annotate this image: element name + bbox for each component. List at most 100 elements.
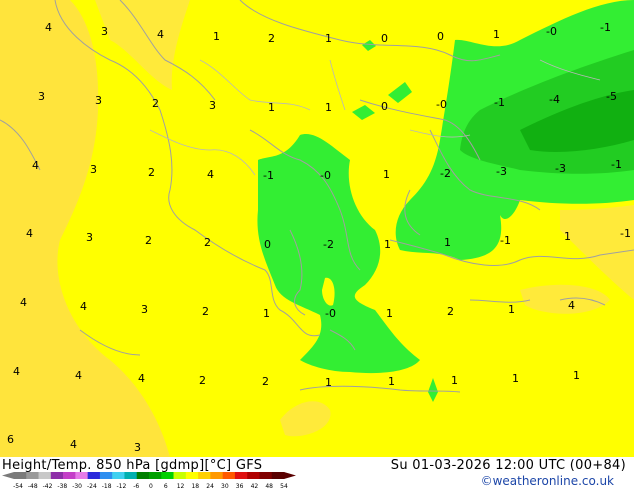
legend-swatch <box>234 472 248 479</box>
legend-tick-label: 12 <box>177 483 185 490</box>
temperature-label: 1 <box>444 236 451 249</box>
legend-swatch <box>124 472 138 479</box>
temperature-label: 2 <box>262 375 269 388</box>
legend-tick-label: 30 <box>221 483 229 490</box>
legend-swatch <box>271 472 285 479</box>
legend-swatch <box>112 472 125 479</box>
temperature-label: 4 <box>568 299 575 312</box>
temperature-label: -1 <box>611 158 622 171</box>
temperature-label: 1 <box>325 32 332 45</box>
temperature-label: 2 <box>204 236 211 249</box>
temperature-label: 3 <box>101 25 108 38</box>
legend-swatch <box>99 472 113 479</box>
legend-swatch <box>259 472 273 479</box>
temperature-label: -0 <box>436 98 447 111</box>
legend-tick-label: -6 <box>133 483 139 490</box>
legend-swatch <box>50 472 64 479</box>
temperature-label: 1 <box>263 307 270 320</box>
temperature-label: -1 <box>500 234 511 247</box>
legend-swatch <box>173 472 187 479</box>
temperature-label: 0 <box>381 32 388 45</box>
legend-tick-label: 0 <box>149 483 153 490</box>
temperature-label: 4 <box>13 365 20 378</box>
temperature-map: 4 3 4 1 2 1 0 0 1 -0 -1 3 3 2 3 1 1 0 -0 -1 -4 -5 4 3 2 4 -1 -0 1 -2 -… <box>0 0 634 457</box>
temperature-label: 1 <box>325 101 332 114</box>
temperature-label: 3 <box>86 231 93 244</box>
temperature-label: 4 <box>75 369 82 382</box>
temperature-label: 1 <box>451 374 458 387</box>
legend-tick-label: 54 <box>280 483 288 490</box>
temperature-label: 4 <box>157 28 164 41</box>
legend-swatch <box>136 472 150 479</box>
temperature-label: 1 <box>325 376 332 389</box>
temperature-label: -0 <box>325 307 336 320</box>
credit-link[interactable]: ©weatheronline.co.uk <box>481 474 614 488</box>
legend-swatch <box>161 472 174 479</box>
temperature-label: 4 <box>80 300 87 313</box>
temperature-label: 1 <box>493 28 500 41</box>
legend-tick-label: 36 <box>236 483 244 490</box>
temperature-label: 2 <box>268 32 275 45</box>
legend-swatch <box>149 472 162 479</box>
map-datetime: Su 01-03-2026 12:00 UTC (00+84) <box>390 458 626 473</box>
temperature-label: 0 <box>437 30 444 43</box>
temperature-label: 4 <box>26 227 33 240</box>
temperature-label: 0 <box>264 238 271 251</box>
temperature-label: 1 <box>508 303 515 316</box>
temperature-label: -0 <box>320 169 331 182</box>
legend-tick-label: -12 <box>117 483 127 490</box>
legend-tick-label: -30 <box>72 483 82 490</box>
legend-swatch <box>222 472 236 479</box>
legend-swatch <box>247 472 260 479</box>
legend-swatch <box>63 472 76 479</box>
temperature-label: 3 <box>38 90 45 103</box>
legend-swatch <box>38 472 52 479</box>
temperature-label: -1 <box>494 96 505 109</box>
temperature-label: -5 <box>606 90 617 103</box>
legend-swatch <box>198 472 211 479</box>
temperature-label: 4 <box>32 159 39 172</box>
temperature-label: -4 <box>549 93 560 106</box>
temperature-label: 1 <box>386 307 393 320</box>
legend-tick-label: 18 <box>191 483 199 490</box>
legend-tick-label: -38 <box>57 483 67 490</box>
temperature-label: 1 <box>383 168 390 181</box>
temperature-label: 1 <box>213 30 220 43</box>
temperature-label: 3 <box>90 163 97 176</box>
legend-tick-label: -54 <box>13 483 23 490</box>
legend-tick-label: 48 <box>265 483 273 490</box>
temperature-label: -3 <box>496 165 507 178</box>
temperature-label: 0 <box>381 100 388 113</box>
temperature-label: 1 <box>573 369 580 382</box>
temperature-label: 6 <box>7 433 14 446</box>
temperature-label: 4 <box>70 438 77 451</box>
temperature-label: 1 <box>384 238 391 251</box>
temperature-label: 4 <box>45 21 52 34</box>
temperature-label: 3 <box>209 99 216 112</box>
temperature-label: 1 <box>512 372 519 385</box>
temperature-label: 2 <box>202 305 209 318</box>
temperature-label: -2 <box>323 238 334 251</box>
temperature-label: -2 <box>440 167 451 180</box>
legend-swatch <box>185 472 199 479</box>
temperature-label: 3 <box>95 94 102 107</box>
legend-tick-label: 24 <box>206 483 214 490</box>
temperature-label: 1 <box>388 375 395 388</box>
legend-swatch <box>75 472 88 479</box>
temperature-label: 3 <box>134 441 141 454</box>
temperature-label: 3 <box>141 303 148 316</box>
temperature-label: 2 <box>199 374 206 387</box>
temperature-label: -0 <box>546 25 557 38</box>
temperature-legend: -54 -48 -42 -38 -30 -24 -18 -12 -6 0 6 12 18 24 30 36 42… <box>2 472 296 490</box>
legend-tick-label: -18 <box>102 483 112 490</box>
temperature-label: 4 <box>20 296 27 309</box>
legend-tick-label: -48 <box>28 483 38 490</box>
legend-swatch <box>87 472 101 479</box>
legend-tick-label: -42 <box>43 483 53 490</box>
temperature-label: -1 <box>600 21 611 34</box>
temperature-label: -1 <box>620 227 631 240</box>
temperature-label: -1 <box>263 169 274 182</box>
temperature-label: 2 <box>447 305 454 318</box>
legend-arrow-left <box>2 472 14 479</box>
map-title: Height/Temp. 850 hPa [gdmp][°C] GFS <box>2 458 263 473</box>
